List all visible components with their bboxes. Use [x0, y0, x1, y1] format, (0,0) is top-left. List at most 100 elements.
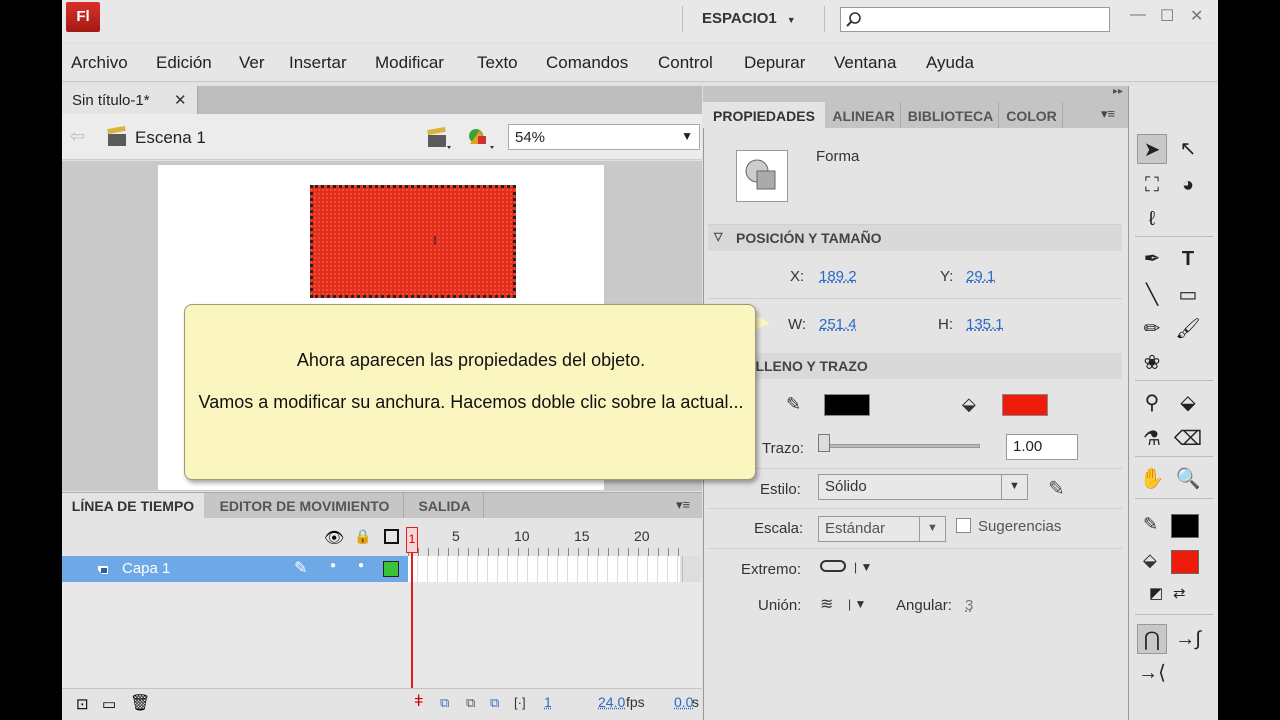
fill-color-tool-swatch[interactable] [1171, 550, 1199, 574]
center-frame-icon[interactable]: ǂ [414, 693, 423, 711]
w-value[interactable]: 251.4 [819, 316, 857, 333]
stroke-color-tool-swatch[interactable] [1171, 514, 1199, 538]
edit-multiple-icon[interactable]: ⧉ [490, 695, 499, 711]
free-transform-tool-icon[interactable]: ⛶ [1137, 170, 1167, 200]
time-value[interactable]: 0.0 [674, 694, 693, 710]
stroke-slider-track[interactable] [822, 444, 980, 448]
callout-line-2: Vamos a modificar su anchura. Hacemos do… [198, 392, 744, 412]
round-join-icon[interactable]: ≋ [820, 594, 833, 614]
text-tool-icon[interactable]: T [1173, 244, 1203, 274]
panel-menu-icon[interactable]: ▾≡ [676, 497, 690, 513]
scale-select[interactable]: Estándar ▼ [818, 516, 946, 542]
zoom-select[interactable]: 54% ▼ [508, 124, 700, 150]
search-input[interactable] [840, 7, 1110, 32]
panel-menu-icon[interactable]: ▾≡ [1101, 106, 1115, 122]
collapse-icon[interactable]: ▸▸ [1113, 86, 1123, 97]
lock-dot-icon[interactable]: ● [358, 560, 364, 571]
menu-comandos[interactable]: Comandos [546, 53, 628, 73]
smooth-icon[interactable]: →∫ [1173, 624, 1203, 654]
swap-colors-icon[interactable]: ⇄ [1173, 584, 1186, 602]
divider [708, 468, 1122, 469]
join-dropdown-icon[interactable]: | ▼ [848, 597, 866, 611]
fps-value[interactable]: 24.0 [598, 694, 625, 710]
tab-timeline[interactable]: LÍNEA DE TIEMPO [62, 493, 204, 519]
playhead-frame[interactable]: 1 [406, 527, 418, 553]
x-value[interactable]: 189.2 [819, 268, 857, 285]
layer-row[interactable]: Capa 1 ✎ ● ● [62, 556, 408, 582]
fill-stroke-header[interactable]: ▽ RELLENO Y TRAZO [708, 353, 1122, 379]
edit-scene-icon[interactable] [426, 126, 452, 150]
modify-markers-icon[interactable]: [·] [514, 695, 526, 710]
tab-properties[interactable]: PROPIEDADES [703, 102, 825, 128]
cap-dropdown-icon[interactable]: | ▼ [854, 560, 872, 574]
pen-tool-icon[interactable]: ✒ [1137, 244, 1167, 274]
onion-outline-icon[interactable]: ⧉ [466, 695, 475, 711]
selection-tool-icon[interactable]: ➤ [1137, 134, 1167, 164]
minimize-button[interactable]: — [1130, 6, 1146, 24]
fill-color-swatch[interactable] [1002, 394, 1048, 416]
workspace-switcher[interactable]: ESPACIO1 ▼ [702, 10, 796, 27]
menu-ventana[interactable]: Ventana [834, 53, 896, 73]
rectangle-tool-icon[interactable]: ▭ [1173, 280, 1203, 310]
trash-icon[interactable]: 🗑 [130, 693, 150, 713]
menu-modificar[interactable]: Modificar [375, 53, 444, 73]
new-layer-icon[interactable]: ⊡ [76, 695, 89, 713]
new-folder-icon[interactable]: ▭ [102, 695, 116, 713]
close-button[interactable]: ✕ [1190, 6, 1203, 26]
black-white-icon[interactable]: ◩ [1149, 584, 1163, 602]
layer-outline-color[interactable] [383, 561, 399, 577]
selected-rectangle-shape[interactable]: I [310, 185, 516, 298]
bone-tool-icon[interactable]: ⚲ [1137, 388, 1167, 418]
eraser-tool-icon[interactable]: ⌫ [1173, 424, 1203, 454]
menu-ver[interactable]: Ver [239, 53, 265, 73]
eyedropper-tool-icon[interactable]: ⚗ [1137, 424, 1167, 454]
menu-depurar[interactable]: Depurar [744, 53, 805, 73]
paint-bucket-tool-icon[interactable]: ⬙ [1173, 388, 1203, 418]
3d-rotation-tool-icon[interactable]: ◕ [1173, 170, 1203, 200]
menu-texto[interactable]: Texto [477, 53, 518, 73]
lock-icon[interactable]: 🔒 [354, 528, 371, 545]
snap-to-objects-icon[interactable]: ⋂ [1137, 624, 1167, 654]
tab-motion-editor[interactable]: EDITOR DE MOVIMIENTO [206, 493, 404, 519]
edit-symbols-icon[interactable] [466, 124, 496, 150]
visibility-dot-icon[interactable]: ● [330, 560, 336, 571]
current-frame-value[interactable]: 1 [544, 694, 552, 710]
tab-align[interactable]: ALINEAR [827, 102, 901, 128]
outline-icon[interactable] [384, 529, 399, 544]
edit-stroke-style-icon[interactable]: ✎ [1048, 476, 1065, 501]
onion-skin-icon[interactable]: ⧉ [440, 695, 449, 711]
pencil-tool-icon[interactable]: ✏ [1137, 314, 1167, 344]
stroke-slider-handle[interactable] [818, 434, 830, 452]
zoom-tool-icon[interactable]: 🔍 [1173, 464, 1203, 494]
tab-output[interactable]: SALIDA [406, 493, 484, 519]
lasso-tool-icon[interactable]: ℓ [1137, 204, 1167, 234]
close-icon[interactable]: ✕ [174, 91, 187, 109]
maximize-button[interactable]: ☐ [1160, 6, 1174, 26]
menu-archivo[interactable]: Archivo [71, 53, 128, 73]
stroke-width-input[interactable]: 1.00 [1006, 434, 1078, 460]
frame-cells[interactable] [408, 556, 680, 582]
hand-tool-icon[interactable]: ✋ [1137, 464, 1167, 494]
hints-checkbox[interactable] [956, 518, 971, 533]
deco-tool-icon[interactable]: ❀ [1137, 348, 1167, 378]
h-value[interactable]: 135.1 [966, 316, 1004, 333]
back-arrow-icon[interactable]: ⇦ [70, 126, 85, 147]
subselection-tool-icon[interactable]: ↖ [1173, 134, 1203, 164]
tab-color[interactable]: COLOR [1001, 102, 1063, 128]
menu-edicion[interactable]: Edición [156, 53, 212, 73]
brush-tool-icon[interactable]: 🖌 [1173, 314, 1203, 344]
line-tool-icon[interactable]: ╲ [1137, 280, 1167, 310]
document-tab[interactable]: Sin título-1* ✕ [62, 86, 198, 114]
stroke-color-swatch[interactable] [824, 394, 870, 416]
eye-icon[interactable]: 👁 [324, 528, 344, 548]
menu-insertar[interactable]: Insertar [289, 53, 347, 73]
menu-control[interactable]: Control [658, 53, 713, 73]
straighten-icon[interactable]: →⟨ [1137, 658, 1167, 688]
miter-value[interactable]: 3 [965, 597, 973, 614]
style-select[interactable]: Sólido ▼ [818, 474, 1028, 500]
menu-ayuda[interactable]: Ayuda [926, 53, 974, 73]
position-size-header[interactable]: ▽ POSICIÓN Y TAMAÑO [708, 225, 1122, 251]
round-cap-icon[interactable] [820, 560, 846, 572]
tab-library[interactable]: BIBLIOTECA [903, 102, 999, 128]
y-value[interactable]: 29.1 [966, 268, 995, 285]
